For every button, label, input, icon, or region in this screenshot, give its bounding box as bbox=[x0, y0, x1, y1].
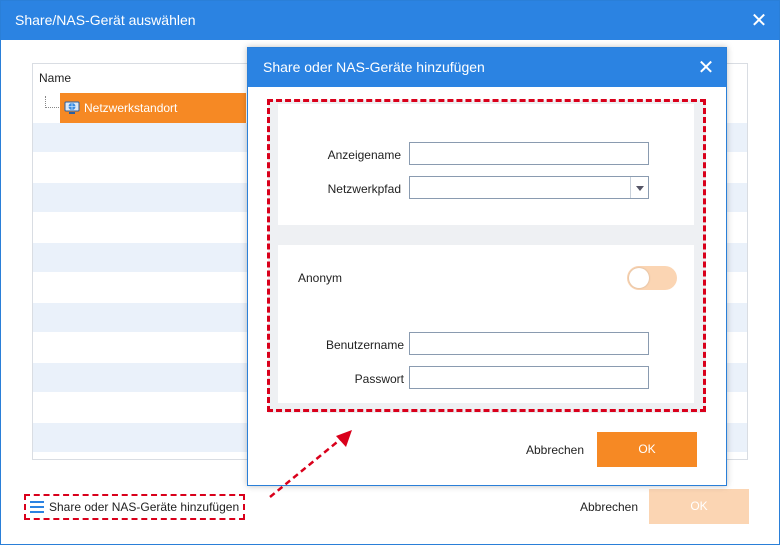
display-name-label: Anzeigename bbox=[327, 148, 401, 162]
username-input[interactable] bbox=[409, 332, 649, 355]
tree-node-label: Netzwerkstandort bbox=[84, 101, 178, 115]
ok-button-disabled[interactable]: OK bbox=[649, 489, 749, 524]
network-path-label: Netzwerkpfad bbox=[327, 182, 401, 196]
password-label: Passwort bbox=[354, 372, 404, 386]
network-globe-icon bbox=[64, 101, 80, 114]
cancel-button[interactable]: Abbrechen bbox=[571, 494, 647, 520]
anonymous-label: Anonym bbox=[298, 271, 343, 285]
add-share-dialog: Share oder NAS-Geräte hinzufügen ✕ Anzei… bbox=[247, 47, 727, 486]
add-share-nas-link[interactable]: Share oder NAS-Geräte hinzufügen bbox=[24, 494, 246, 520]
dialog-body: Anzeigename Netzwerkpfad Anonym Benutzer… bbox=[268, 100, 706, 413]
username-label: Benutzername bbox=[325, 338, 404, 352]
window-title: Share/NAS-Gerät auswählen bbox=[1, 1, 779, 40]
network-path-combobox[interactable] bbox=[409, 176, 649, 199]
location-panel: Anzeigename Netzwerkpfad bbox=[278, 104, 694, 225]
dialog-title: Share oder NAS-Geräte hinzufügen ✕ bbox=[248, 48, 726, 87]
chevron-down-icon[interactable] bbox=[630, 177, 648, 198]
credentials-panel: Anonym Benutzername Passwort bbox=[278, 245, 694, 403]
toggle-knob bbox=[629, 268, 649, 288]
dialog-ok-button[interactable]: OK bbox=[597, 432, 697, 467]
tree-node-network-location[interactable]: Netzwerkstandort bbox=[60, 93, 246, 123]
tree-connector bbox=[45, 96, 59, 108]
dialog-title-text: Share oder NAS-Geräte hinzufügen bbox=[263, 59, 485, 75]
dialog-close-icon[interactable]: ✕ bbox=[696, 57, 716, 77]
password-input[interactable] bbox=[409, 366, 649, 389]
dialog-cancel-button[interactable]: Abbrechen bbox=[522, 435, 588, 465]
add-share-nas-label: Share oder NAS-Geräte hinzufügen bbox=[49, 500, 240, 514]
window-close-icon[interactable]: ✕ bbox=[749, 10, 769, 30]
anonymous-toggle[interactable] bbox=[627, 266, 677, 290]
display-name-input[interactable] bbox=[409, 142, 649, 165]
list-icon bbox=[30, 501, 44, 513]
